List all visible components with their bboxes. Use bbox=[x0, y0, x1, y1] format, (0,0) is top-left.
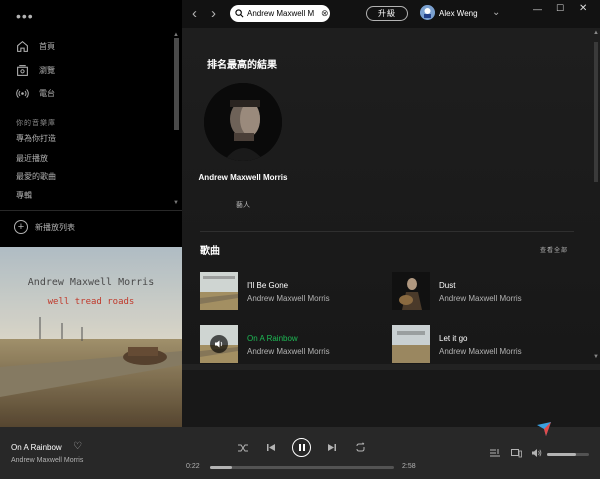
song-row[interactable]: I'll Be Gone Andrew Maxwell Morris bbox=[200, 272, 380, 310]
song-thumbnail bbox=[200, 272, 238, 310]
sidebar-item-label: 瀏覽 bbox=[39, 65, 55, 75]
sidebar-item-radio[interactable]: 電台 bbox=[16, 84, 55, 102]
main-scrollbar[interactable]: ▲ ▼ bbox=[592, 28, 600, 364]
back-button[interactable]: ‹ bbox=[192, 5, 197, 22]
scroll-down-icon[interactable]: ▼ bbox=[173, 200, 179, 206]
album-thumbnail-image bbox=[392, 325, 430, 363]
horizontal-scrollbar[interactable] bbox=[182, 364, 600, 370]
song-row[interactable]: Let it go Andrew Maxwell Morris bbox=[392, 325, 572, 363]
search-icon bbox=[235, 9, 244, 18]
song-thumbnail bbox=[392, 272, 430, 310]
repeat-icon[interactable] bbox=[355, 442, 366, 453]
sidebar-nav: ••• 首頁 瀏覽 電台 你的音樂庫 專為你打造 最近播放 最愛的歌曲 專輯 ▲… bbox=[0, 0, 182, 210]
forward-button[interactable]: › bbox=[211, 5, 216, 22]
sidebar: ••• 首頁 瀏覽 電台 你的音樂庫 專為你打造 最近播放 最愛的歌曲 專輯 ▲… bbox=[0, 0, 182, 427]
now-playing-album-art[interactable]: Andrew Maxwell Morris well tread roads bbox=[0, 247, 182, 427]
maximize-button[interactable]: ☐ bbox=[556, 3, 564, 14]
avatar[interactable] bbox=[420, 5, 435, 20]
progress-bar[interactable] bbox=[210, 466, 394, 469]
player-bar: On A Rainbow ♡ Andrew Maxwell Morris 0:2… bbox=[0, 422, 600, 479]
progress-fill bbox=[210, 466, 233, 469]
song-thumbnail bbox=[200, 325, 238, 363]
heart-icon[interactable]: ♡ bbox=[73, 441, 82, 452]
queue-icon[interactable] bbox=[490, 449, 500, 458]
close-button[interactable]: ✕ bbox=[579, 3, 587, 14]
song-artist[interactable]: Andrew Maxwell Morris bbox=[247, 347, 330, 356]
volume-icon[interactable] bbox=[532, 448, 542, 458]
album-thumbnail-image bbox=[200, 272, 238, 310]
clear-search-icon[interactable]: ⊗ bbox=[321, 8, 329, 19]
sidebar-item-home[interactable]: 首頁 bbox=[16, 37, 55, 55]
scroll-down-icon[interactable]: ▼ bbox=[593, 354, 599, 360]
new-playlist-label: 新播放列表 bbox=[35, 222, 75, 232]
search-value: Andrew Maxwell M bbox=[247, 9, 315, 18]
spotify-app: ••• 首頁 瀏覽 電台 你的音樂庫 專為你打造 最近播放 最愛的歌曲 專輯 ▲… bbox=[0, 0, 600, 479]
album-thumbnail-image bbox=[392, 272, 430, 310]
home-icon bbox=[17, 40, 28, 52]
library-heading: 你的音樂庫 bbox=[16, 120, 56, 127]
new-playlist-button[interactable]: + 新播放列表 bbox=[14, 220, 75, 234]
scrollbar-thumb[interactable] bbox=[594, 42, 598, 182]
artist-portrait-image bbox=[204, 83, 282, 161]
section-divider bbox=[200, 231, 574, 232]
album-art-image bbox=[0, 247, 182, 427]
top-result-heading: 排名最高的結果 bbox=[207, 60, 277, 71]
artist-photo[interactable] bbox=[204, 83, 282, 161]
song-title: I'll Be Gone bbox=[247, 281, 289, 290]
song-title: Dust bbox=[439, 281, 456, 290]
scroll-up-icon[interactable]: ▲ bbox=[593, 30, 599, 36]
user-avatar-icon bbox=[420, 5, 435, 20]
song-title: On A Rainbow bbox=[247, 334, 298, 343]
minimize-button[interactable]: — bbox=[533, 4, 542, 14]
sidebar-item-label: 首頁 bbox=[39, 41, 55, 51]
radio-icon bbox=[16, 88, 29, 98]
menu-dots-button[interactable]: ••• bbox=[16, 8, 34, 24]
search-input[interactable]: Andrew Maxwell M ⊗ bbox=[230, 5, 330, 22]
pause-icon bbox=[298, 444, 305, 451]
artist-name[interactable]: Andrew Maxwell Morris bbox=[197, 172, 289, 183]
previous-icon[interactable] bbox=[267, 443, 276, 452]
browse-icon bbox=[17, 64, 28, 76]
sidebar-scrollbar[interactable]: ▲ ▼ bbox=[173, 32, 180, 208]
chevron-down-icon[interactable]: ⌄ bbox=[492, 7, 500, 18]
sidebar-item-label: 電台 bbox=[39, 88, 55, 98]
main-lower-area bbox=[182, 364, 600, 427]
elapsed-time: 0:22 bbox=[186, 463, 200, 470]
see-all-link[interactable]: 查看全部 bbox=[540, 245, 568, 254]
library-item-liked-songs[interactable]: 最愛的歌曲 bbox=[16, 171, 56, 182]
watermark-logo-icon bbox=[537, 422, 551, 436]
next-icon[interactable] bbox=[327, 443, 336, 452]
search-results: 排名最高的結果 Andrew Maxwell Morris 藝人 歌曲 查看全部… bbox=[182, 28, 600, 364]
scrollbar-thumb[interactable] bbox=[174, 38, 179, 130]
album-art-title-text: well tread roads bbox=[47, 297, 135, 307]
artist-type-label: 藝人 bbox=[236, 202, 250, 209]
library-item-albums[interactable]: 專輯 bbox=[16, 190, 32, 201]
song-title: Let it go bbox=[439, 334, 468, 343]
pause-button[interactable] bbox=[292, 438, 311, 457]
plus-circle-icon: + bbox=[14, 220, 28, 234]
duration-time: 2:58 bbox=[402, 463, 416, 470]
shuffle-icon[interactable] bbox=[238, 443, 248, 453]
volume-slider[interactable] bbox=[547, 453, 589, 456]
songs-heading: 歌曲 bbox=[200, 246, 220, 257]
song-thumbnail bbox=[392, 325, 430, 363]
now-playing-artist[interactable]: Andrew Maxwell Morris bbox=[11, 457, 83, 464]
song-row-playing[interactable]: On A Rainbow Andrew Maxwell Morris bbox=[200, 325, 380, 363]
album-art-artist-text: Andrew Maxwell Morris bbox=[27, 277, 155, 288]
topbar: ‹ › Andrew Maxwell M ⊗ 升級 Alex Weng ⌄ — … bbox=[182, 0, 600, 28]
song-artist[interactable]: Andrew Maxwell Morris bbox=[439, 294, 522, 303]
devices-icon[interactable] bbox=[511, 449, 522, 458]
upgrade-button[interactable]: 升級 bbox=[366, 6, 408, 21]
song-artist[interactable]: Andrew Maxwell Morris bbox=[439, 347, 522, 356]
volume-fill bbox=[547, 453, 577, 456]
playing-speaker-icon[interactable] bbox=[210, 335, 228, 353]
sidebar-item-browse[interactable]: 瀏覽 bbox=[16, 61, 55, 79]
library-item-made-for-you[interactable]: 專為你打造 bbox=[16, 133, 56, 144]
library-item-recently-played[interactable]: 最近播放 bbox=[16, 153, 48, 164]
sidebar-divider bbox=[0, 210, 182, 211]
user-name[interactable]: Alex Weng bbox=[439, 9, 478, 18]
song-row[interactable]: Dust Andrew Maxwell Morris bbox=[392, 272, 572, 310]
now-playing-title[interactable]: On A Rainbow bbox=[11, 443, 62, 452]
song-artist[interactable]: Andrew Maxwell Morris bbox=[247, 294, 330, 303]
